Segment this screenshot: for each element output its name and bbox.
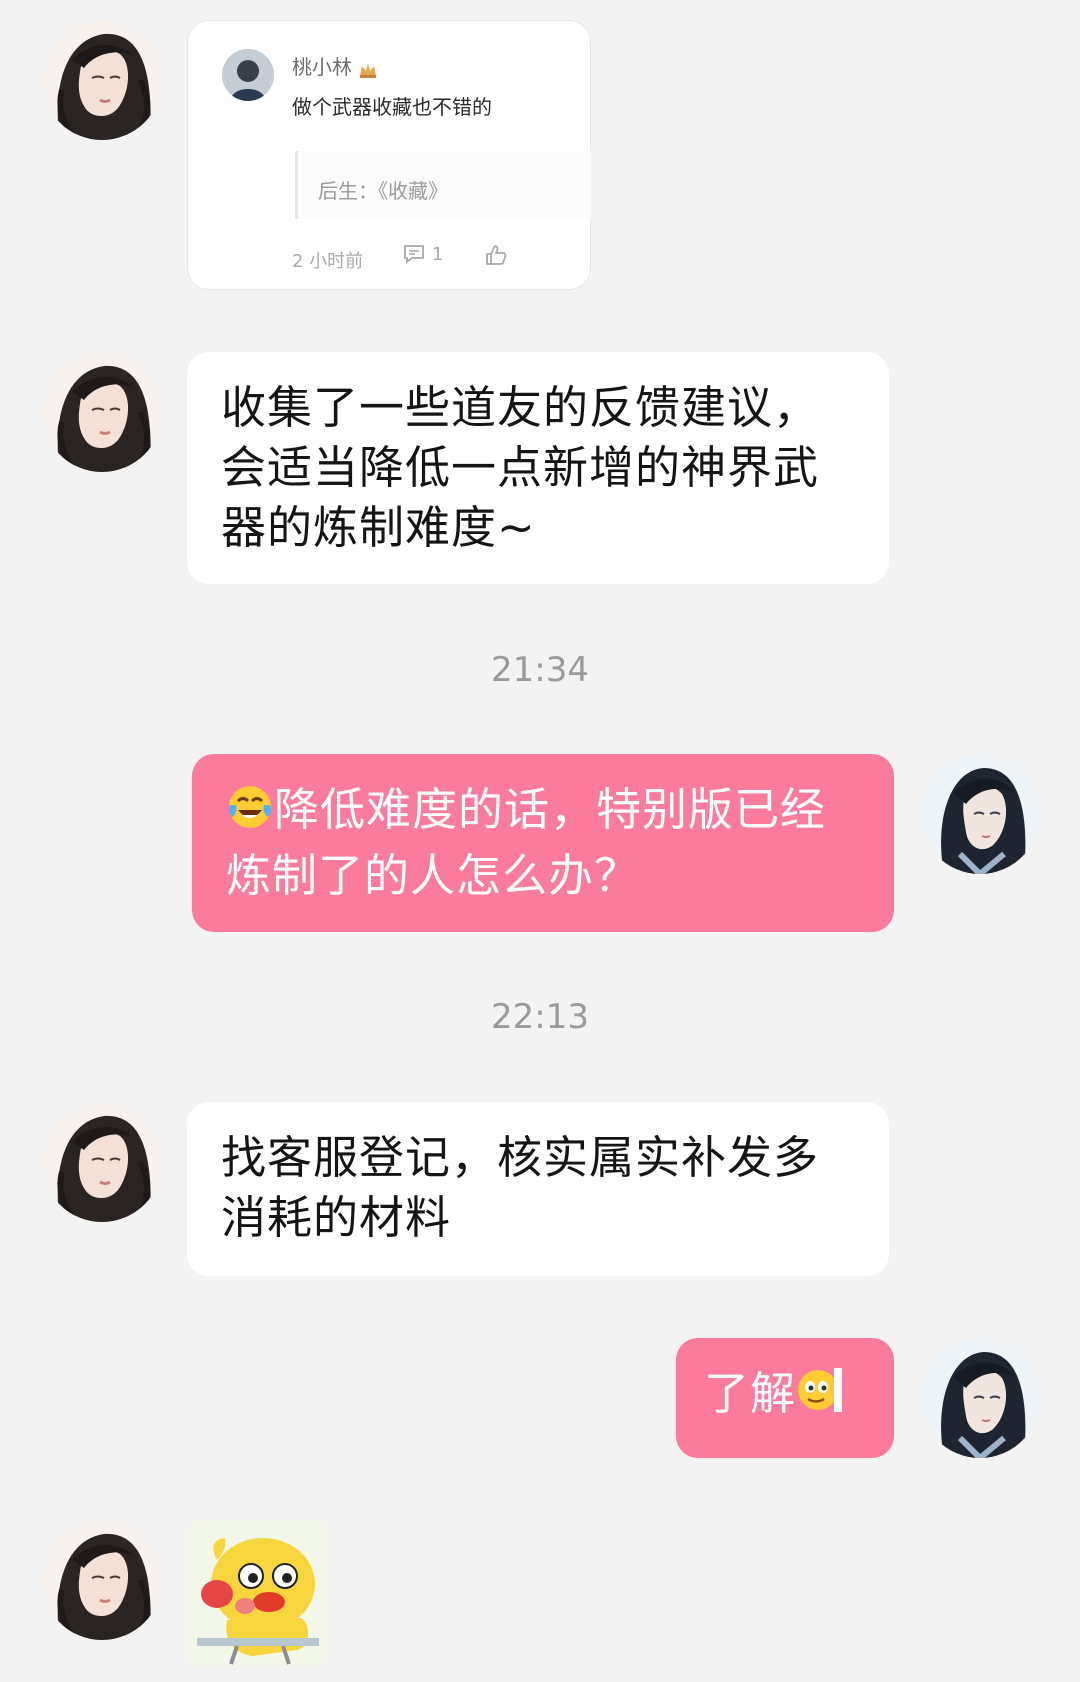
contact-avatar[interactable] — [42, 1102, 162, 1222]
message-bubble-incoming[interactable]: 找客服登记，核实属实补发多消耗的材料 — [187, 1102, 889, 1276]
contact-avatar-image — [42, 352, 162, 472]
message-text: 了解 — [704, 1367, 797, 1420]
contact-avatar-image — [42, 1102, 162, 1222]
message-bubble-outgoing[interactable]: 降低难度的话，特别版已经炼制了的人怎么办？ — [192, 754, 894, 932]
message-text: 收集了一些道友的反馈建议，会适当降低一点新增的神界武器的炼制难度~ — [221, 381, 820, 554]
crying-laughing-emoji — [226, 783, 274, 846]
like-button[interactable] — [484, 243, 508, 271]
my-avatar[interactable] — [920, 754, 1040, 874]
peeking-face-emoji — [796, 1365, 846, 1430]
message-bubble-incoming[interactable]: 收集了一些道友的反馈建议，会适当降低一点新增的神界武器的炼制难度~ — [187, 352, 889, 584]
message-timestamp: 22:13 — [491, 997, 589, 1037]
message-text: 找客服登记，核实属实补发多消耗的材料 — [221, 1131, 820, 1244]
message-timestamp: 21:34 — [491, 650, 589, 690]
comment-count: 1 — [432, 243, 444, 265]
comment-button[interactable]: 1 — [402, 243, 443, 265]
comment-icon — [404, 245, 424, 264]
shared-post-card[interactable]: 桃小林 做个武器收藏也不错的 后生：《收藏》 2 小时前 1 — [187, 20, 591, 290]
post-author-avatar — [222, 49, 274, 101]
my-avatar[interactable] — [920, 1338, 1040, 1458]
contact-avatar[interactable] — [42, 1520, 162, 1640]
contact-avatar[interactable] — [42, 20, 162, 140]
crown-badge-icon — [358, 60, 378, 85]
contact-avatar-image — [42, 1520, 162, 1640]
contact-avatar[interactable] — [42, 352, 162, 472]
my-avatar-image — [920, 1338, 1040, 1458]
post-time: 2 小时前 — [292, 251, 364, 272]
message-bubble-outgoing[interactable]: 了解 — [676, 1338, 894, 1458]
post-author-name: 桃小林 — [292, 51, 378, 85]
message-text: 降低难度的话，特别版已经炼制了的人怎么办？ — [226, 783, 827, 902]
post-text: 做个武器收藏也不错的 — [292, 95, 492, 119]
post-quote: 后生：《收藏》 — [295, 151, 591, 219]
contact-avatar-image — [42, 20, 162, 140]
thumbs-up-icon — [486, 245, 507, 265]
my-avatar-image — [920, 754, 1040, 874]
yellow-chick-sticker[interactable] — [187, 1520, 329, 1666]
